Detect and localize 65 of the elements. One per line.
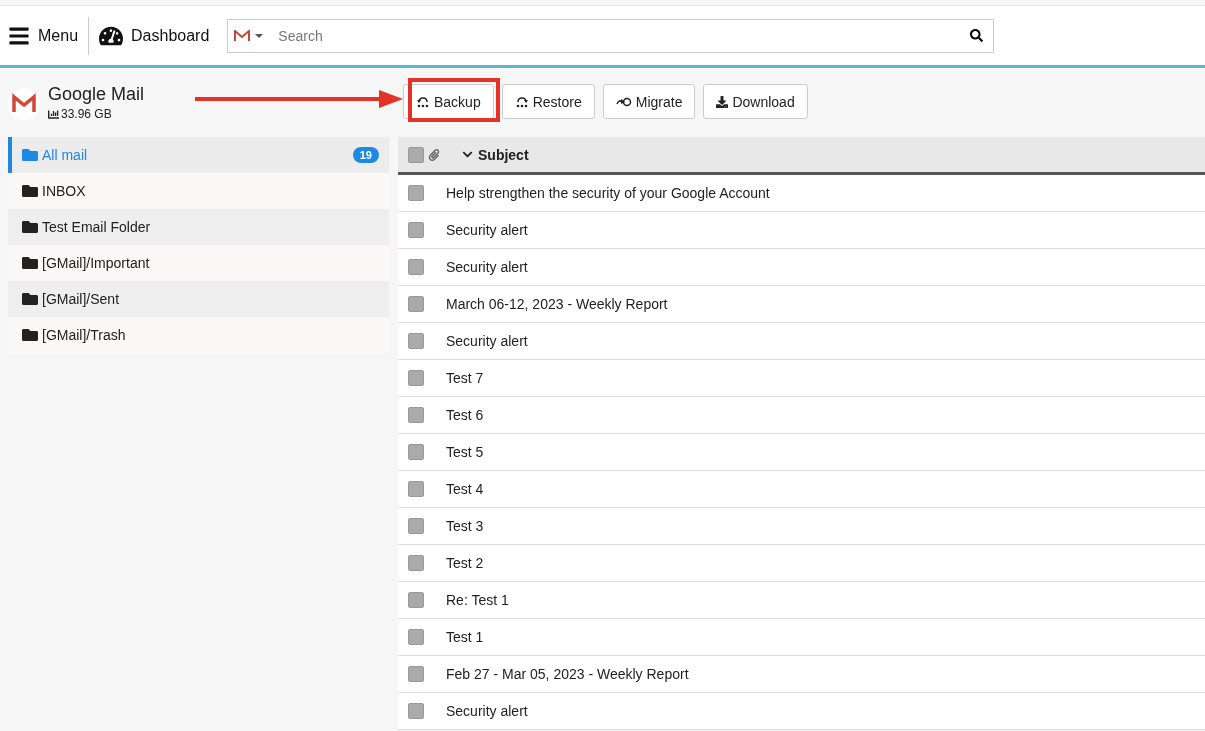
email-subject[interactable]: Security alert xyxy=(446,333,528,349)
email-subject[interactable]: Test 1 xyxy=(446,629,484,645)
row-checkbox[interactable] xyxy=(408,222,424,238)
row-checkbox[interactable] xyxy=(408,333,424,349)
mail-dropdown-icon[interactable] xyxy=(234,29,265,42)
subject-column-header[interactable]: Subject xyxy=(456,145,535,164)
row-checkbox[interactable] xyxy=(408,296,424,312)
count-badge: 19 xyxy=(352,147,379,163)
folder-item[interactable]: All mail 19 xyxy=(8,137,389,173)
search-box[interactable]: Search xyxy=(227,18,995,53)
row-checkbox[interactable] xyxy=(408,444,424,460)
account-size: 33.96 GB xyxy=(48,107,145,121)
select-all-checkbox[interactable] xyxy=(408,146,424,163)
dotted-arrow-icon xyxy=(514,95,529,108)
account-name: Google Mail xyxy=(48,84,145,105)
restore-button[interactable]: Restore xyxy=(501,84,595,119)
folder-item[interactable]: [GMail]/Sent xyxy=(8,281,389,317)
download-button[interactable]: Download xyxy=(703,84,808,119)
search-field[interactable]: Search xyxy=(276,26,959,45)
folder-item[interactable]: [GMail]/Trash xyxy=(8,317,389,353)
row-checkbox[interactable] xyxy=(408,407,424,423)
folder-icon xyxy=(22,183,38,199)
row-checkbox[interactable] xyxy=(408,481,424,497)
download-icon xyxy=(716,95,729,108)
email-subject[interactable]: Feb 27 - Mar 05, 2023 - Weekly Report xyxy=(446,666,689,682)
folder-icon xyxy=(22,219,38,235)
folder-icon xyxy=(22,147,38,163)
folder-icon xyxy=(22,255,38,271)
email-subject[interactable]: Security alert xyxy=(446,703,528,719)
migrate-button[interactable]: Migrate xyxy=(602,84,696,119)
row-checkbox[interactable] xyxy=(408,185,424,201)
email-subject[interactable]: Test 2 xyxy=(446,555,484,571)
email-subject[interactable]: Test 4 xyxy=(446,481,484,497)
folder-item[interactable]: [GMail]/Important xyxy=(8,245,389,281)
dashboard-button[interactable]: Dashboard xyxy=(99,16,220,55)
row-checkbox[interactable] xyxy=(408,629,424,645)
email-subject[interactable]: Test 5 xyxy=(446,444,484,460)
row-checkbox[interactable] xyxy=(408,259,424,275)
email-subject[interactable]: Test 7 xyxy=(446,370,484,386)
row-checkbox[interactable] xyxy=(408,518,424,534)
folder-icon xyxy=(22,327,38,343)
email-subject[interactable]: Help strengthen the security of your Google Account xyxy=(446,185,770,201)
email-subject[interactable]: Test 6 xyxy=(446,407,484,423)
chevron-down-icon xyxy=(462,149,473,160)
folder-icon xyxy=(22,291,38,307)
backup-button[interactable]: Backup xyxy=(403,84,494,119)
folder-item[interactable]: Test Email Folder xyxy=(8,209,389,245)
attachment-icon xyxy=(428,148,440,161)
search-icon[interactable] xyxy=(970,29,984,42)
email-subject[interactable]: March 06-12, 2023 - Weekly Report xyxy=(446,296,668,312)
email-subject[interactable]: Security alert xyxy=(446,222,528,238)
row-checkbox[interactable] xyxy=(408,555,424,571)
dotted-arrow-icon xyxy=(416,95,430,108)
email-subject[interactable]: Test 3 xyxy=(446,518,484,534)
email-subject[interactable]: Re: Test 1 xyxy=(446,592,509,608)
row-checkbox[interactable] xyxy=(408,703,424,719)
email-subject[interactable]: Security alert xyxy=(446,259,528,275)
mail-logo-icon xyxy=(8,88,40,120)
row-checkbox[interactable] xyxy=(408,592,424,608)
folder-item[interactable]: INBOX xyxy=(8,173,389,209)
row-checkbox[interactable] xyxy=(408,370,424,386)
row-checkbox[interactable] xyxy=(408,666,424,682)
arrow-circle-icon xyxy=(615,95,632,108)
menu-button[interactable]: Menu xyxy=(8,16,89,55)
bar-chart-icon xyxy=(48,108,59,120)
